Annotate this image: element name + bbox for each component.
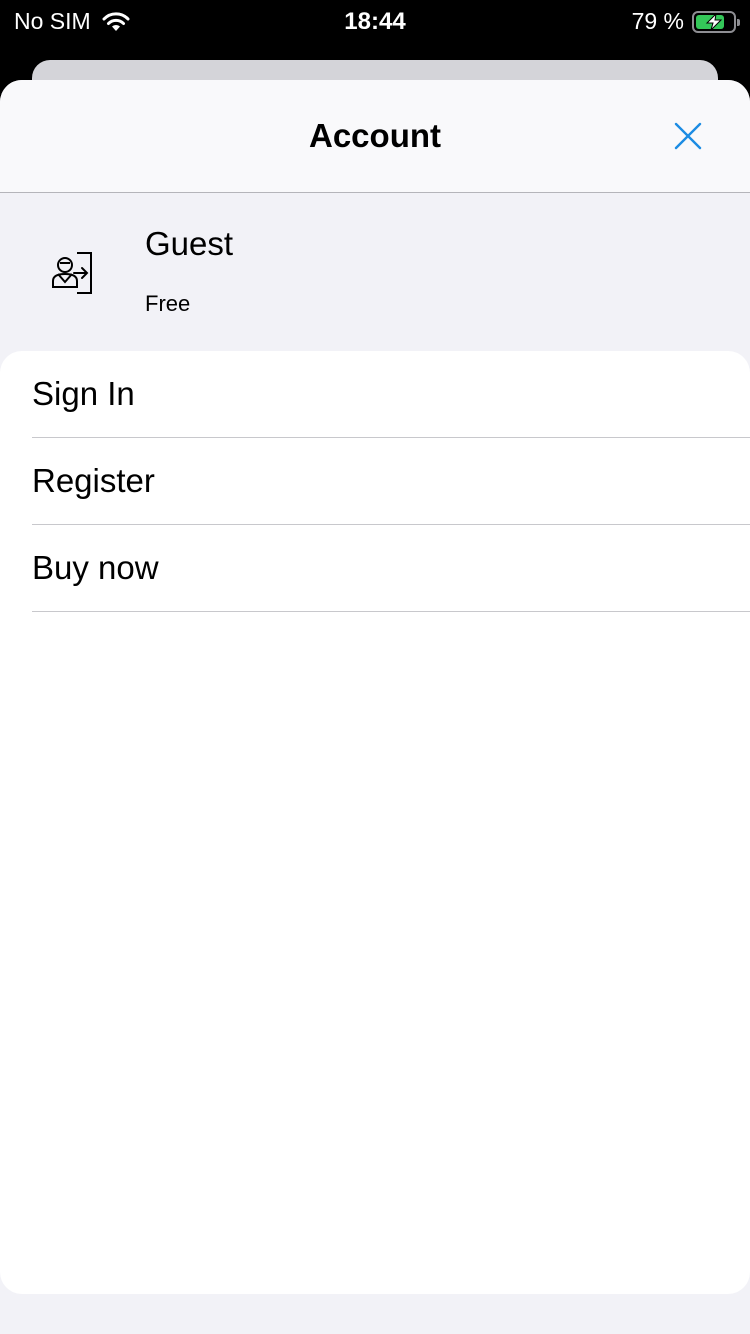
close-icon — [674, 122, 702, 150]
account-menu: Sign In Register Buy now — [0, 351, 750, 1294]
battery-cap — [737, 18, 740, 26]
page-title: Account — [309, 117, 441, 154]
close-button[interactable] — [660, 108, 716, 164]
battery-percent: 79 % — [631, 8, 684, 34]
account-sheet: Account Guest Free Sign In Register Buy … — [0, 80, 750, 1334]
menu-item-label: Sign In — [32, 375, 135, 412]
sign-in-user-icon — [52, 252, 92, 294]
menu-item-label: Buy now — [32, 549, 159, 586]
profile-header: Guest Free — [0, 193, 750, 351]
menu-item-sign-in[interactable]: Sign In — [32, 351, 750, 438]
menu-item-buy-now[interactable]: Buy now — [32, 525, 750, 612]
battery-icon — [692, 10, 740, 33]
status-bar: No SIM 18:44 79 % — [0, 0, 750, 40]
charging-bolt-icon — [705, 12, 723, 31]
profile-name: Guest — [145, 225, 234, 262]
nav-bar: Account — [0, 80, 750, 193]
menu-item-register[interactable]: Register — [32, 438, 750, 525]
profile-plan: Free — [145, 291, 191, 316]
menu-item-label: Register — [32, 462, 155, 499]
battery-group: 79 % — [631, 8, 740, 35]
